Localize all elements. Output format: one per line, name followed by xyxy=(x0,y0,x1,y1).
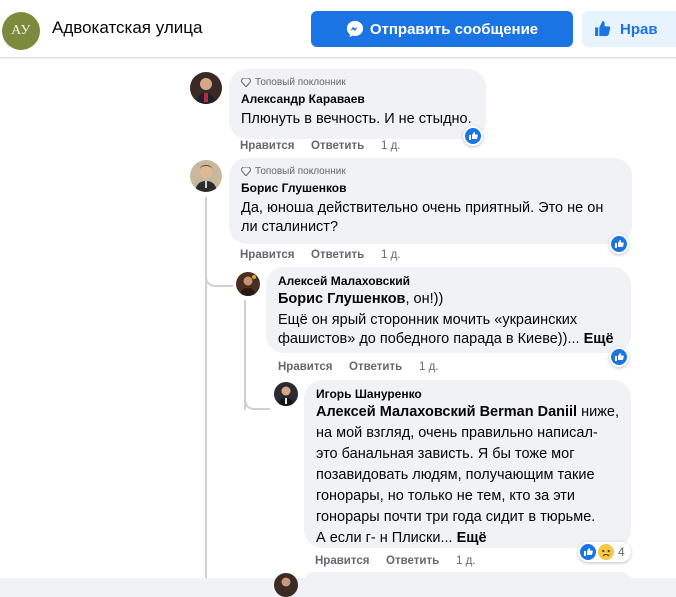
comment-author[interactable]: Александр Караваев xyxy=(241,91,474,107)
thread-line xyxy=(205,287,207,578)
comment-time[interactable]: 1 д. xyxy=(419,361,439,373)
reply-button[interactable]: Ответить xyxy=(311,249,381,261)
like-page-label: Нрав xyxy=(620,20,658,38)
comment-actions: Нравится Ответить 1 д. xyxy=(278,361,439,373)
top-fan-badge: Топовый поклонник xyxy=(241,77,474,88)
like-reaction-icon xyxy=(611,236,627,252)
comment-text: Плюнуть в вечность. И не стыдно. xyxy=(241,111,472,127)
like-button[interactable]: Нравится xyxy=(315,555,386,567)
comment-text-line: А если г- н Плиски... Ещё xyxy=(316,529,619,548)
badge-label: Топовый поклонник xyxy=(255,166,346,177)
like-button[interactable]: Нравится xyxy=(278,361,349,373)
reply-button[interactable]: Ответить xyxy=(311,140,381,152)
top-fan-badge: Топовый поклонник xyxy=(241,166,620,177)
see-more-link[interactable]: Ещё xyxy=(457,530,487,546)
mention-tail: , он!)) xyxy=(405,291,444,307)
thumbs-up-icon xyxy=(595,21,611,36)
messenger-icon xyxy=(346,20,363,38)
comment-actions: Нравится Ответить 1 д. xyxy=(240,249,401,261)
comment-bubble: Топовый поклонник Александр Караваев Плю… xyxy=(229,69,486,139)
comment-bubble: Топовый поклонник Борис Глушенков Да, юн… xyxy=(229,158,632,244)
comment-text-line: ли сталинист? xyxy=(241,219,339,235)
comment-text-line: Да, юноша действительно очень приятный. … xyxy=(241,200,604,216)
sad-reaction-icon xyxy=(598,544,614,560)
send-message-button[interactable]: Отправить сообщение xyxy=(311,11,573,47)
comment-text-line: Борис Глушенков, он!)) xyxy=(278,290,619,309)
diamond-icon xyxy=(241,167,251,176)
reactions-count[interactable] xyxy=(609,347,629,367)
like-reaction-icon xyxy=(580,544,596,560)
mention-link[interactable]: Борис Глушенков xyxy=(278,291,405,307)
like-reaction-icon xyxy=(465,128,481,144)
badge-label: Топовый поклонник xyxy=(255,77,346,88)
send-message-label: Отправить сообщение xyxy=(369,20,539,38)
like-reaction-icon xyxy=(611,349,627,365)
like-button[interactable]: Нравится xyxy=(240,140,311,152)
comment-text-line: на мой взгляд, очень правильно написал- xyxy=(316,425,598,441)
comment-time[interactable]: 1 д. xyxy=(456,555,476,567)
comment-time[interactable]: 1 д. xyxy=(381,140,401,152)
avatar[interactable] xyxy=(236,272,260,296)
comment-text-line: это банальная зависть. Я бы тоже мог xyxy=(316,446,575,462)
mention-tail: ниже, xyxy=(577,404,620,420)
comment-bubble: Алексей Малаховский Борис Глушенков, он!… xyxy=(266,267,631,353)
comment-actions: Нравится Ответить 1 д. xyxy=(240,140,401,152)
comments-section: Топовый поклонник Александр Караваев Плю… xyxy=(0,59,676,597)
comment-text-line: гонорары, но только не тем, кто за эти xyxy=(316,488,576,504)
reply-button[interactable]: Ответить xyxy=(349,361,419,373)
comment-author[interactable]: Борис Глушенков xyxy=(241,180,620,196)
diamond-icon xyxy=(241,78,251,87)
comment-bubble xyxy=(304,572,631,592)
comment-text-line: Алексей Малаховский Berman Daniil ниже, xyxy=(316,403,619,422)
avatar[interactable] xyxy=(274,573,298,597)
page-header: АУ Адвокатская улица Отправить сообщение… xyxy=(0,0,676,58)
comment-text-line: гонорары почти три года сидит в тюрьме. xyxy=(316,509,596,525)
comment-text-line: позавидовать людям, получающим такие xyxy=(316,467,595,483)
thread-connector xyxy=(205,244,233,287)
reply-button[interactable]: Ответить xyxy=(386,555,456,567)
mention-link[interactable]: Алексей Малаховский Berman Daniil xyxy=(316,404,577,420)
reaction-count: 4 xyxy=(618,545,625,559)
comment-text: А если г- н Плиски... xyxy=(316,530,453,546)
avatar[interactable] xyxy=(190,72,222,104)
avatar[interactable] xyxy=(274,382,298,406)
comment-author[interactable]: Алексей Малаховский xyxy=(278,273,619,289)
thread-connector xyxy=(244,369,270,410)
comment-author[interactable]: Игорь Шануренко xyxy=(316,386,619,402)
like-button[interactable]: Нравится xyxy=(240,249,311,261)
page-avatar[interactable]: АУ xyxy=(2,12,40,50)
reactions-count[interactable] xyxy=(463,126,483,146)
comment-actions: Нравится Ответить 1 д. xyxy=(315,555,476,567)
comment-time[interactable]: 1 д. xyxy=(381,249,401,261)
comment-text: фашистов» до победного парада в Киеве)).… xyxy=(278,331,580,347)
reactions-count[interactable] xyxy=(609,234,629,254)
avatar[interactable] xyxy=(190,160,222,192)
see-more-link[interactable]: Ещё xyxy=(584,331,614,347)
like-page-button[interactable]: Нрав xyxy=(582,11,676,47)
reactions-count[interactable]: 4 xyxy=(578,542,631,562)
comment-text-line: фашистов» до победного парада в Киеве)).… xyxy=(278,330,619,349)
comment-bubble: Игорь Шануренко Алексей Малаховский Berm… xyxy=(304,380,631,548)
page-title[interactable]: Адвокатская улица xyxy=(52,18,202,38)
comment-text-line: Ещё он ярый сторонник мочить «украинских xyxy=(278,312,578,328)
